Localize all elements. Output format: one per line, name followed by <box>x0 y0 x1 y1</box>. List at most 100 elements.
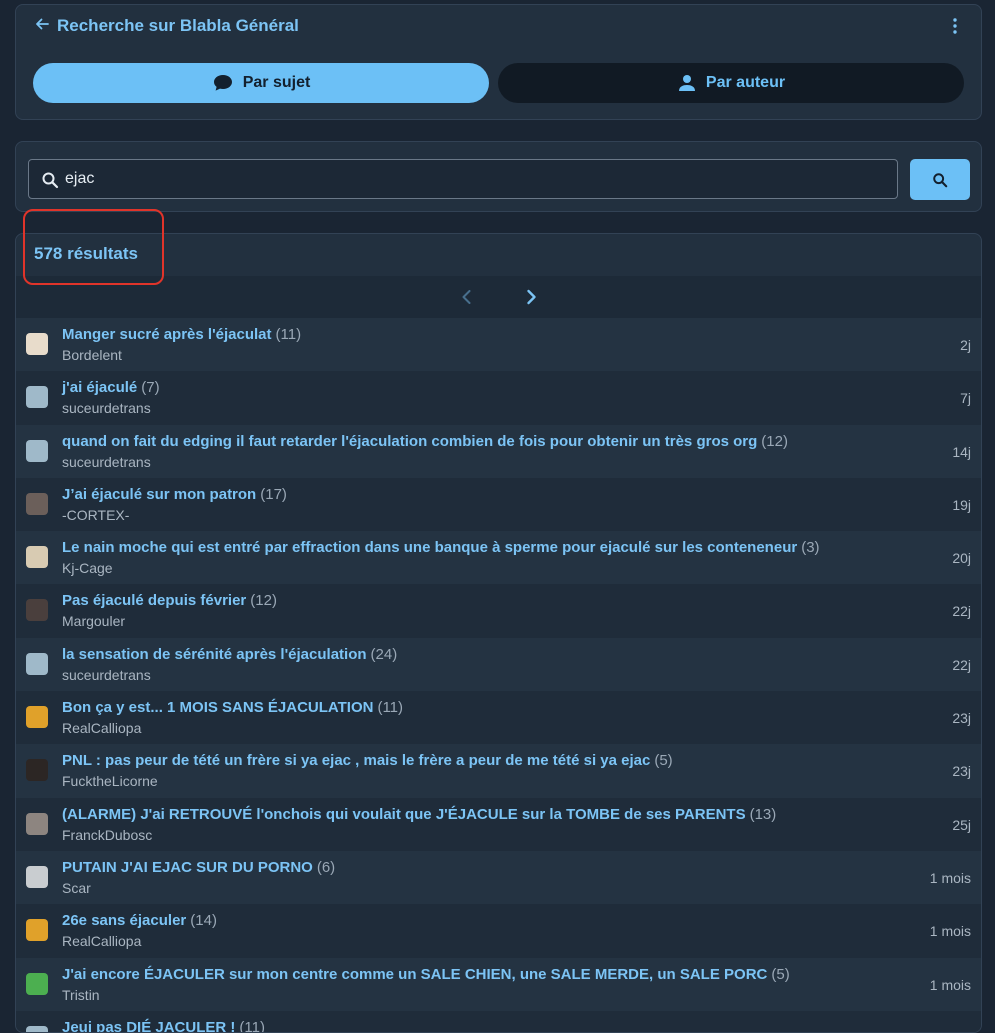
topic-time: 25j <box>952 816 971 833</box>
topic-time: 22j <box>952 603 971 620</box>
avatar <box>26 759 48 782</box>
topic-time: 19j <box>952 496 971 513</box>
topic-title[interactable]: j'ai éjaculé (7) <box>62 379 160 396</box>
chevron-left-icon[interactable] <box>458 288 476 306</box>
topic-time: 23j <box>952 763 971 780</box>
topic-list: Manger sucré après l'éjaculat (11) Bordele… <box>16 318 981 1033</box>
topic-reply-count: (24) <box>370 645 398 663</box>
topic-title[interactable]: PNL : pas peur de tété un frère si ya ej… <box>62 752 673 769</box>
topic-row[interactable]: Manger sucré après l'éjaculat (11) Bordele… <box>16 318 981 372</box>
topic-author[interactable]: FranckDubosc <box>62 827 152 843</box>
topic-title-text: J’ai éjaculé sur mon patron <box>62 485 257 503</box>
topic-title[interactable]: Bon ça y est... 1 MOIS SANS ÉJACULATION(… <box>62 699 403 716</box>
topic-title[interactable]: PUTAIN J'AI EJAC SUR DU PORNO (6) <box>62 859 335 876</box>
topic-row[interactable]: J’ai éjaculé sur mon patron (17) -CORTEX- 1… <box>16 477 981 532</box>
topic-title-text: PNL : pas peur de tété un frère si ya ej… <box>62 752 651 770</box>
topic-reply-count: (14) <box>190 912 217 930</box>
topic-row[interactable]: PUTAIN J'AI EJAC SUR DU PORNO (6) Scar 1 mo… <box>16 850 981 905</box>
topic-author[interactable]: -CORTEX- <box>62 507 129 523</box>
topic-title-text: Bon ça y est... 1 MOIS SANS ÉJACULATION <box>62 699 374 717</box>
topic-title[interactable]: 26e sans éjaculer (14) <box>62 912 217 929</box>
topic-reply-count: (7) <box>141 379 160 397</box>
topic-row[interactable]: Bon ça y est... 1 MOIS SANS ÉJACULATION(… <box>16 691 981 745</box>
avatar <box>26 919 48 942</box>
header-bar: Recherche sur Blabla Général <box>16 5 981 47</box>
topic-title[interactable]: J'ai encore ÉJACULER sur mon centre comm… <box>62 966 790 983</box>
topic-row[interactable]: j'ai éjaculé (7) suceurdetrans 7j <box>16 371 981 425</box>
topic-author[interactable]: Scar <box>62 880 91 896</box>
search-input[interactable] <box>65 160 885 198</box>
topic-author[interactable]: Tristin <box>62 987 100 1003</box>
avatar <box>26 972 48 995</box>
topic-title[interactable]: la sensation de sérénité après l'éjacula… <box>62 646 397 663</box>
topic-title[interactable]: Manger sucré après l'éjaculat (11) <box>62 326 301 343</box>
topic-reply-count: (17) <box>260 485 287 503</box>
topic-author[interactable]: Kj-Cage <box>62 560 113 576</box>
topic-title-text: J'ai encore ÉJACULER sur mon centre comm… <box>62 965 768 983</box>
topic-time: 1 mois <box>929 869 971 886</box>
chat-bubble-icon <box>213 75 232 91</box>
chevron-right-icon[interactable] <box>522 288 540 306</box>
more-vertical-icon[interactable] <box>945 17 965 35</box>
tab-by-author[interactable]: Par auteur <box>498 63 964 103</box>
topic-row[interactable]: la sensation de sérénité après l'éjacula… <box>16 637 981 692</box>
topic-reply-count: (6) <box>316 858 336 876</box>
topic-author[interactable]: Margouler <box>62 613 125 629</box>
avatar <box>26 1025 48 1032</box>
topic-title-text: Manger sucré après l'éjaculat <box>62 326 272 343</box>
topic-author[interactable]: Bordelent <box>62 347 122 363</box>
topic-title-text: Jeui pas DIÉ JACULER ! <box>62 1018 236 1033</box>
topic-time: 23j <box>952 710 971 727</box>
person-icon <box>678 75 695 91</box>
topic-row[interactable]: Jeui pas DIÉ JACULER ! (11) <box>16 1010 981 1033</box>
page-title: Recherche sur Blabla Général <box>57 16 299 35</box>
topic-author[interactable]: FucktheLicorne <box>62 773 158 789</box>
avatar <box>26 333 48 355</box>
topic-time: 22j <box>952 656 971 673</box>
topic-row[interactable]: quand on fait du edging il faut retarder… <box>16 424 981 478</box>
topic-row[interactable]: Pas éjaculé depuis février (12) Margouler 2… <box>16 584 981 638</box>
tab-by-subject-label: Par sujet <box>242 74 311 91</box>
results-card: 578 résultats Manger sucré après l'éjacu… <box>15 233 982 1033</box>
topic-title[interactable]: Le nain moche qui est entré par effracti… <box>62 539 820 556</box>
avatar <box>26 706 48 729</box>
highlight-annotation <box>23 209 164 285</box>
topic-row[interactable]: Le nain moche qui est entré par effracti… <box>16 531 981 585</box>
tab-by-subject[interactable]: Par sujet <box>33 63 489 103</box>
topic-author[interactable]: suceurdetrans <box>62 400 151 416</box>
tab-by-author-label: Par auteur <box>705 74 786 91</box>
topic-time: 20j <box>952 550 971 567</box>
topic-title[interactable]: Jeui pas DIÉ JACULER ! (11) <box>62 1018 265 1033</box>
topic-title[interactable]: (ALARME) J'ai RETROUVÉ l'onchois qui vou… <box>62 806 776 823</box>
topic-row[interactable]: PNL : pas peur de tété un frère si ya ej… <box>16 744 981 798</box>
topic-time: 7j <box>960 390 971 407</box>
back-arrow-icon[interactable] <box>34 16 50 32</box>
topic-author[interactable]: suceurdetrans <box>62 454 151 470</box>
topic-row[interactable]: (ALARME) J'ai RETROUVÉ l'onchois qui vou… <box>16 797 981 851</box>
topic-title-text: quand on fait du edging il faut retarder… <box>62 432 758 450</box>
avatar <box>26 386 48 409</box>
topic-time: 2j <box>960 337 971 353</box>
topic-author[interactable]: RealCalliopa <box>62 720 141 736</box>
topic-time: 14j <box>952 443 971 460</box>
topic-title[interactable]: Pas éjaculé depuis février (12) <box>62 592 277 609</box>
topic-author[interactable]: suceurdetrans <box>62 667 151 683</box>
topic-title-text: 26e sans éjaculer <box>62 912 187 930</box>
topic-reply-count: (12) <box>250 592 277 610</box>
topic-title-text: Le nain moche qui est entré par effracti… <box>62 539 798 557</box>
topic-reply-count: (11) <box>239 1018 265 1033</box>
topic-author[interactable]: RealCalliopa <box>62 933 141 949</box>
search-field[interactable] <box>28 159 898 199</box>
avatar <box>26 546 48 569</box>
topic-row[interactable]: J'ai encore ÉJACULER sur mon centre comm… <box>16 957 981 1011</box>
search-button[interactable] <box>910 159 970 200</box>
topic-title-text: Pas éjaculé depuis février <box>62 592 247 610</box>
topic-title[interactable]: J’ai éjaculé sur mon patron (17) <box>62 486 287 503</box>
avatar <box>26 865 48 888</box>
avatar <box>26 812 48 835</box>
search-card <box>15 141 982 212</box>
search-icon <box>42 172 59 189</box>
topic-row[interactable]: 26e sans éjaculer (14) RealCalliopa 1 mois <box>16 904 981 958</box>
topic-title[interactable]: quand on fait du edging il faut retarder… <box>62 433 788 450</box>
topic-reply-count: (5) <box>654 752 673 770</box>
